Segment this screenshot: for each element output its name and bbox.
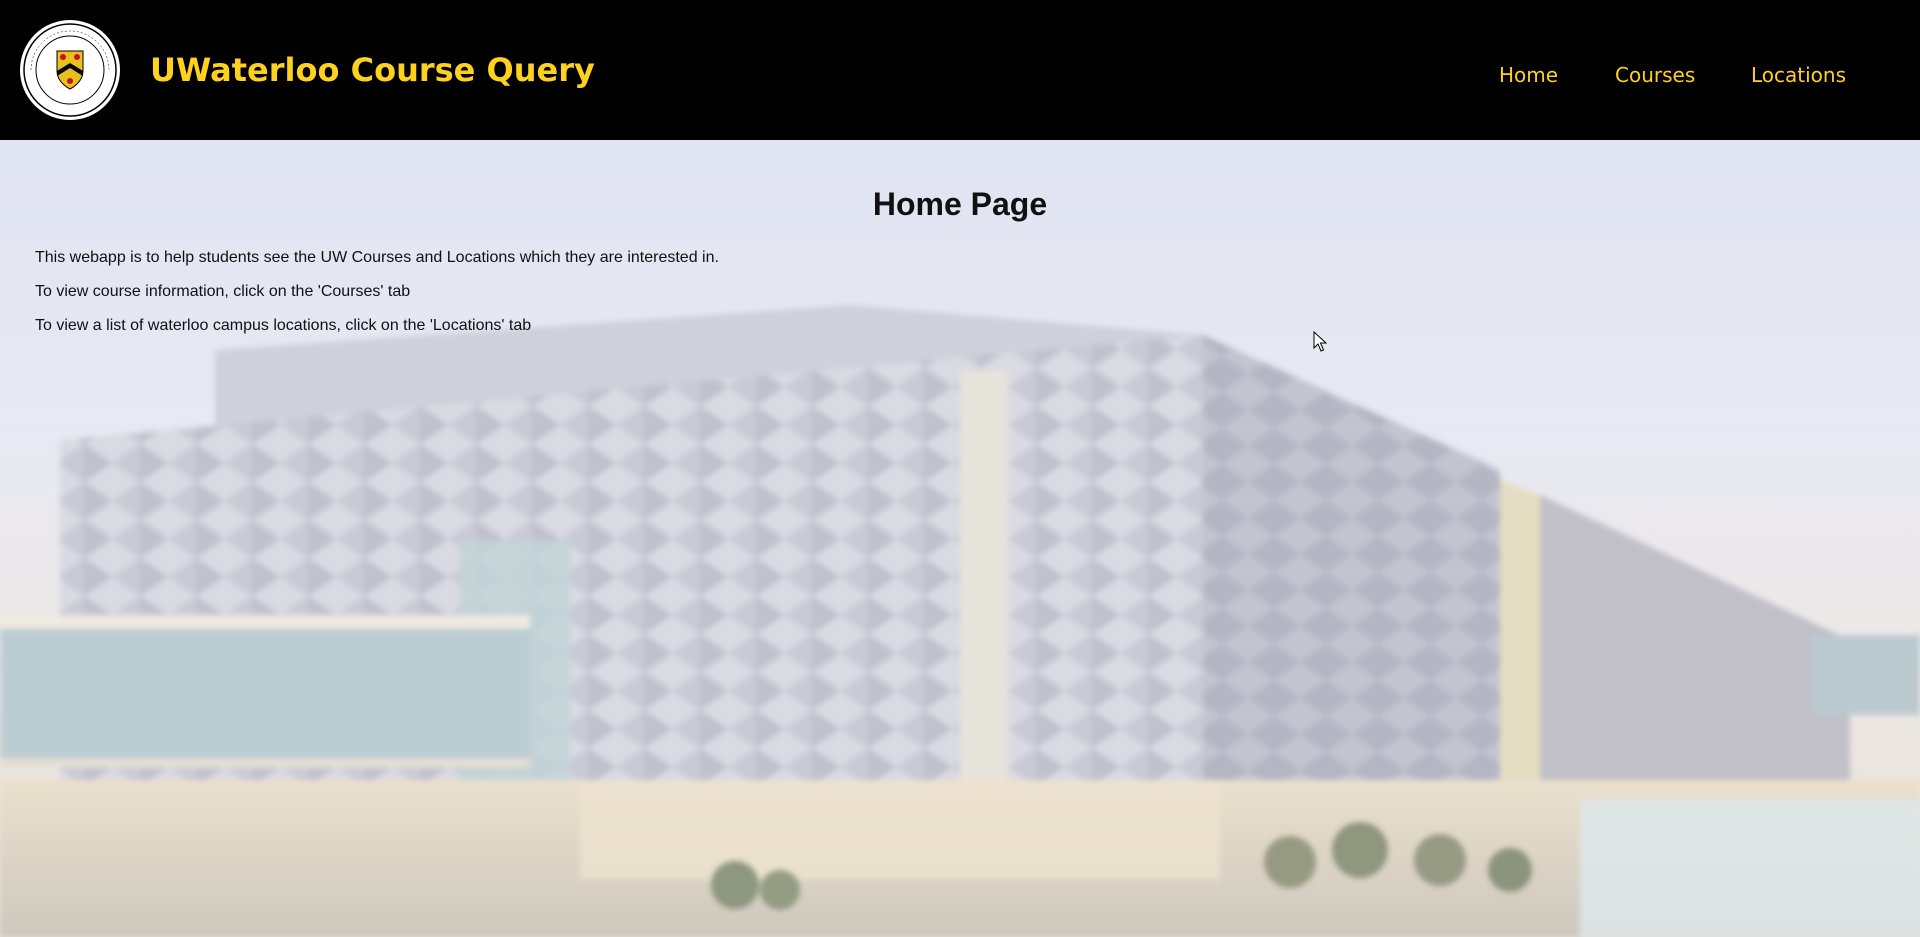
site-title: UWaterloo Course Query [150,51,595,89]
nav-courses-link[interactable]: Courses [1615,62,1695,88]
nav-home-link[interactable]: Home [1499,62,1558,88]
intro-paragraph: This webapp is to help students see the … [35,249,719,266]
courses-instruction: To view course information, click on the… [35,283,411,300]
university-crest-icon[interactable] [19,19,121,121]
top-navbar: UWaterloo Course Query Home Courses Loca… [0,0,1920,140]
locations-instruction: To view a list of waterloo campus locati… [35,317,532,334]
nav-locations-link[interactable]: Locations [1751,62,1846,88]
mouse-pointer-icon [1313,331,1327,352]
page-title: Home Page [872,186,1048,222]
